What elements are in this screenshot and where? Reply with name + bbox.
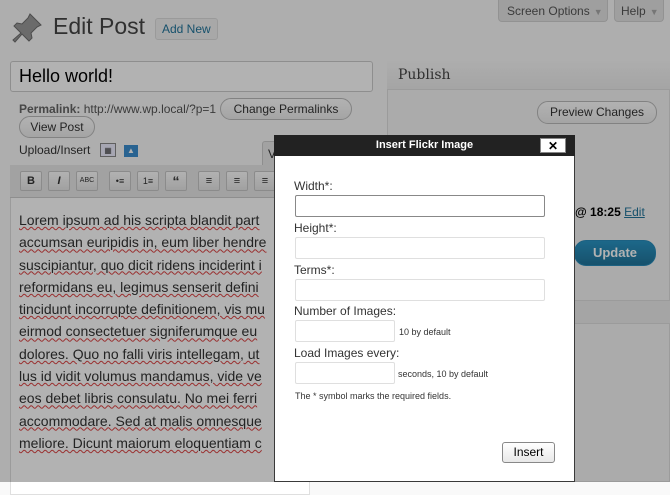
load-images-every-label: Load Images every: bbox=[294, 346, 400, 360]
load-images-every-hint: seconds, 10 by default bbox=[398, 369, 489, 379]
required-fields-note: The * symbol marks the required fields. bbox=[295, 391, 452, 401]
number-of-images-hint: 10 by default bbox=[399, 327, 451, 337]
load-images-every-field[interactable] bbox=[295, 362, 395, 384]
terms-field[interactable] bbox=[295, 279, 545, 301]
height-label: Height*: bbox=[294, 221, 337, 235]
width-field[interactable] bbox=[295, 195, 545, 217]
number-of-images-label: Number of Images: bbox=[294, 304, 397, 318]
dialog-title: Insert Flickr Image bbox=[274, 135, 575, 156]
terms-label: Terms*: bbox=[294, 263, 335, 277]
width-label: Width*: bbox=[294, 179, 333, 193]
number-of-images-field[interactable] bbox=[295, 320, 395, 342]
insert-button[interactable]: Insert bbox=[502, 442, 555, 463]
close-icon[interactable]: ✕ bbox=[540, 138, 566, 153]
height-field[interactable] bbox=[295, 237, 545, 259]
